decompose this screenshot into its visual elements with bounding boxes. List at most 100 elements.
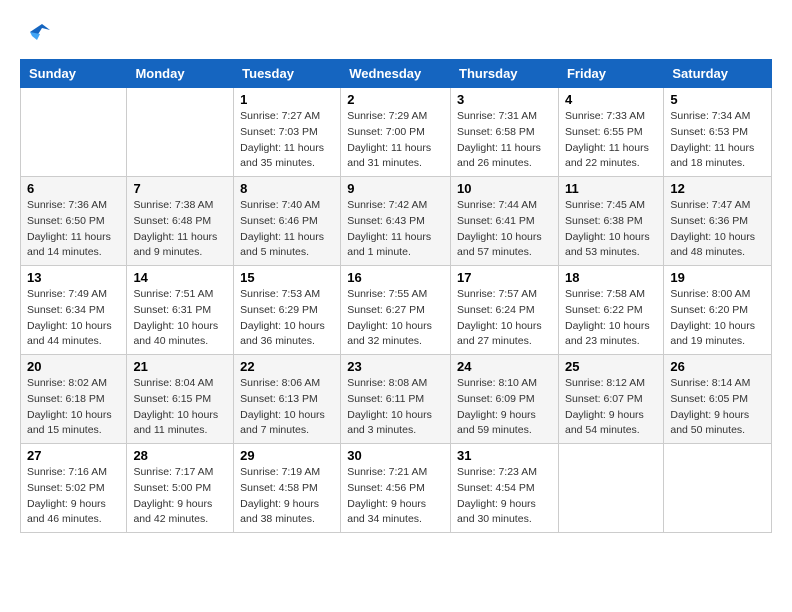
logo xyxy=(20,20,54,49)
day-number: 17 xyxy=(457,270,552,285)
day-number: 27 xyxy=(27,448,120,463)
day-number: 22 xyxy=(240,359,334,374)
sunrise-text: Sunrise: 7:21 AM xyxy=(347,466,427,478)
sunrise-text: Sunrise: 7:42 AM xyxy=(347,199,427,211)
daylight-text: Daylight: 11 hours and 14 minutes. xyxy=(27,231,111,259)
sunset-text: Sunset: 6:15 PM xyxy=(133,393,211,405)
day-number: 12 xyxy=(670,181,765,196)
day-number: 31 xyxy=(457,448,552,463)
sunrise-text: Sunrise: 7:44 AM xyxy=(457,199,537,211)
day-number: 26 xyxy=(670,359,765,374)
daylight-text: Daylight: 10 hours and 27 minutes. xyxy=(457,320,542,348)
daylight-text: Daylight: 10 hours and 40 minutes. xyxy=(133,320,218,348)
day-number: 19 xyxy=(670,270,765,285)
sunrise-text: Sunrise: 7:40 AM xyxy=(240,199,320,211)
daylight-text: Daylight: 9 hours and 54 minutes. xyxy=(565,409,644,437)
calendar-cell xyxy=(127,88,234,177)
sunrise-text: Sunrise: 7:31 AM xyxy=(457,110,537,122)
sunrise-text: Sunrise: 7:16 AM xyxy=(27,466,107,478)
calendar-week-row: 13 Sunrise: 7:49 AM Sunset: 6:34 PM Dayl… xyxy=(21,266,772,355)
sunrise-text: Sunrise: 8:10 AM xyxy=(457,377,537,389)
calendar-table: SundayMondayTuesdayWednesdayThursdayFrid… xyxy=(20,59,772,533)
sunset-text: Sunset: 6:53 PM xyxy=(670,126,748,138)
calendar-cell: 26 Sunrise: 8:14 AM Sunset: 6:05 PM Dayl… xyxy=(664,355,772,444)
sunrise-text: Sunrise: 7:17 AM xyxy=(133,466,213,478)
day-number: 7 xyxy=(133,181,227,196)
sunrise-text: Sunrise: 7:57 AM xyxy=(457,288,537,300)
calendar-cell: 29 Sunrise: 7:19 AM Sunset: 4:58 PM Dayl… xyxy=(234,444,341,533)
sunrise-text: Sunrise: 8:02 AM xyxy=(27,377,107,389)
sunrise-text: Sunrise: 8:04 AM xyxy=(133,377,213,389)
daylight-text: Daylight: 9 hours and 38 minutes. xyxy=(240,498,319,526)
daylight-text: Daylight: 9 hours and 50 minutes. xyxy=(670,409,749,437)
calendar-cell: 25 Sunrise: 8:12 AM Sunset: 6:07 PM Dayl… xyxy=(558,355,663,444)
daylight-text: Daylight: 11 hours and 22 minutes. xyxy=(565,142,649,170)
sunrise-text: Sunrise: 8:12 AM xyxy=(565,377,645,389)
header xyxy=(20,20,772,49)
day-number: 13 xyxy=(27,270,120,285)
calendar-cell: 1 Sunrise: 7:27 AM Sunset: 7:03 PM Dayli… xyxy=(234,88,341,177)
sunset-text: Sunset: 6:22 PM xyxy=(565,304,643,316)
calendar-cell: 21 Sunrise: 8:04 AM Sunset: 6:15 PM Dayl… xyxy=(127,355,234,444)
calendar-cell: 23 Sunrise: 8:08 AM Sunset: 6:11 PM Dayl… xyxy=(341,355,451,444)
sunset-text: Sunset: 6:29 PM xyxy=(240,304,318,316)
calendar-cell: 5 Sunrise: 7:34 AM Sunset: 6:53 PM Dayli… xyxy=(664,88,772,177)
calendar-cell xyxy=(21,88,127,177)
calendar-week-row: 6 Sunrise: 7:36 AM Sunset: 6:50 PM Dayli… xyxy=(21,177,772,266)
calendar-cell: 2 Sunrise: 7:29 AM Sunset: 7:00 PM Dayli… xyxy=(341,88,451,177)
sunset-text: Sunset: 6:36 PM xyxy=(670,215,748,227)
daylight-text: Daylight: 10 hours and 15 minutes. xyxy=(27,409,112,437)
calendar-cell: 9 Sunrise: 7:42 AM Sunset: 6:43 PM Dayli… xyxy=(341,177,451,266)
sunset-text: Sunset: 6:31 PM xyxy=(133,304,211,316)
sunset-text: Sunset: 6:55 PM xyxy=(565,126,643,138)
sunrise-text: Sunrise: 7:58 AM xyxy=(565,288,645,300)
calendar-cell: 31 Sunrise: 7:23 AM Sunset: 4:54 PM Dayl… xyxy=(451,444,559,533)
sunset-text: Sunset: 6:11 PM xyxy=(347,393,424,405)
sunrise-text: Sunrise: 7:38 AM xyxy=(133,199,213,211)
header-friday: Friday xyxy=(558,60,663,88)
day-number: 5 xyxy=(670,92,765,107)
calendar-cell: 3 Sunrise: 7:31 AM Sunset: 6:58 PM Dayli… xyxy=(451,88,559,177)
day-number: 8 xyxy=(240,181,334,196)
daylight-text: Daylight: 10 hours and 23 minutes. xyxy=(565,320,650,348)
sunrise-text: Sunrise: 7:45 AM xyxy=(565,199,645,211)
sunset-text: Sunset: 7:03 PM xyxy=(240,126,318,138)
calendar-cell: 8 Sunrise: 7:40 AM Sunset: 6:46 PM Dayli… xyxy=(234,177,341,266)
daylight-text: Daylight: 10 hours and 36 minutes. xyxy=(240,320,325,348)
sunrise-text: Sunrise: 7:33 AM xyxy=(565,110,645,122)
sunrise-text: Sunrise: 7:23 AM xyxy=(457,466,537,478)
calendar-cell: 27 Sunrise: 7:16 AM Sunset: 5:02 PM Dayl… xyxy=(21,444,127,533)
day-number: 25 xyxy=(565,359,657,374)
sunset-text: Sunset: 6:58 PM xyxy=(457,126,535,138)
day-number: 18 xyxy=(565,270,657,285)
calendar-cell: 18 Sunrise: 7:58 AM Sunset: 6:22 PM Dayl… xyxy=(558,266,663,355)
sunset-text: Sunset: 6:48 PM xyxy=(133,215,211,227)
sunset-text: Sunset: 7:00 PM xyxy=(347,126,425,138)
sunrise-text: Sunrise: 7:55 AM xyxy=(347,288,427,300)
sunrise-text: Sunrise: 7:36 AM xyxy=(27,199,107,211)
calendar-cell: 7 Sunrise: 7:38 AM Sunset: 6:48 PM Dayli… xyxy=(127,177,234,266)
sunset-text: Sunset: 4:54 PM xyxy=(457,482,535,494)
day-number: 4 xyxy=(565,92,657,107)
sunset-text: Sunset: 6:43 PM xyxy=(347,215,425,227)
day-number: 29 xyxy=(240,448,334,463)
daylight-text: Daylight: 9 hours and 34 minutes. xyxy=(347,498,426,526)
day-number: 2 xyxy=(347,92,444,107)
day-number: 21 xyxy=(133,359,227,374)
day-number: 3 xyxy=(457,92,552,107)
calendar-cell: 12 Sunrise: 7:47 AM Sunset: 6:36 PM Dayl… xyxy=(664,177,772,266)
calendar-cell: 4 Sunrise: 7:33 AM Sunset: 6:55 PM Dayli… xyxy=(558,88,663,177)
sunset-text: Sunset: 6:50 PM xyxy=(27,215,105,227)
sunset-text: Sunset: 6:34 PM xyxy=(27,304,105,316)
calendar-cell: 10 Sunrise: 7:44 AM Sunset: 6:41 PM Dayl… xyxy=(451,177,559,266)
calendar-header-row: SundayMondayTuesdayWednesdayThursdayFrid… xyxy=(21,60,772,88)
day-number: 23 xyxy=(347,359,444,374)
sunrise-text: Sunrise: 7:51 AM xyxy=(133,288,213,300)
calendar-week-row: 27 Sunrise: 7:16 AM Sunset: 5:02 PM Dayl… xyxy=(21,444,772,533)
daylight-text: Daylight: 9 hours and 42 minutes. xyxy=(133,498,212,526)
sunset-text: Sunset: 4:58 PM xyxy=(240,482,318,494)
sunrise-text: Sunrise: 8:14 AM xyxy=(670,377,750,389)
day-number: 6 xyxy=(27,181,120,196)
day-number: 30 xyxy=(347,448,444,463)
daylight-text: Daylight: 10 hours and 44 minutes. xyxy=(27,320,112,348)
